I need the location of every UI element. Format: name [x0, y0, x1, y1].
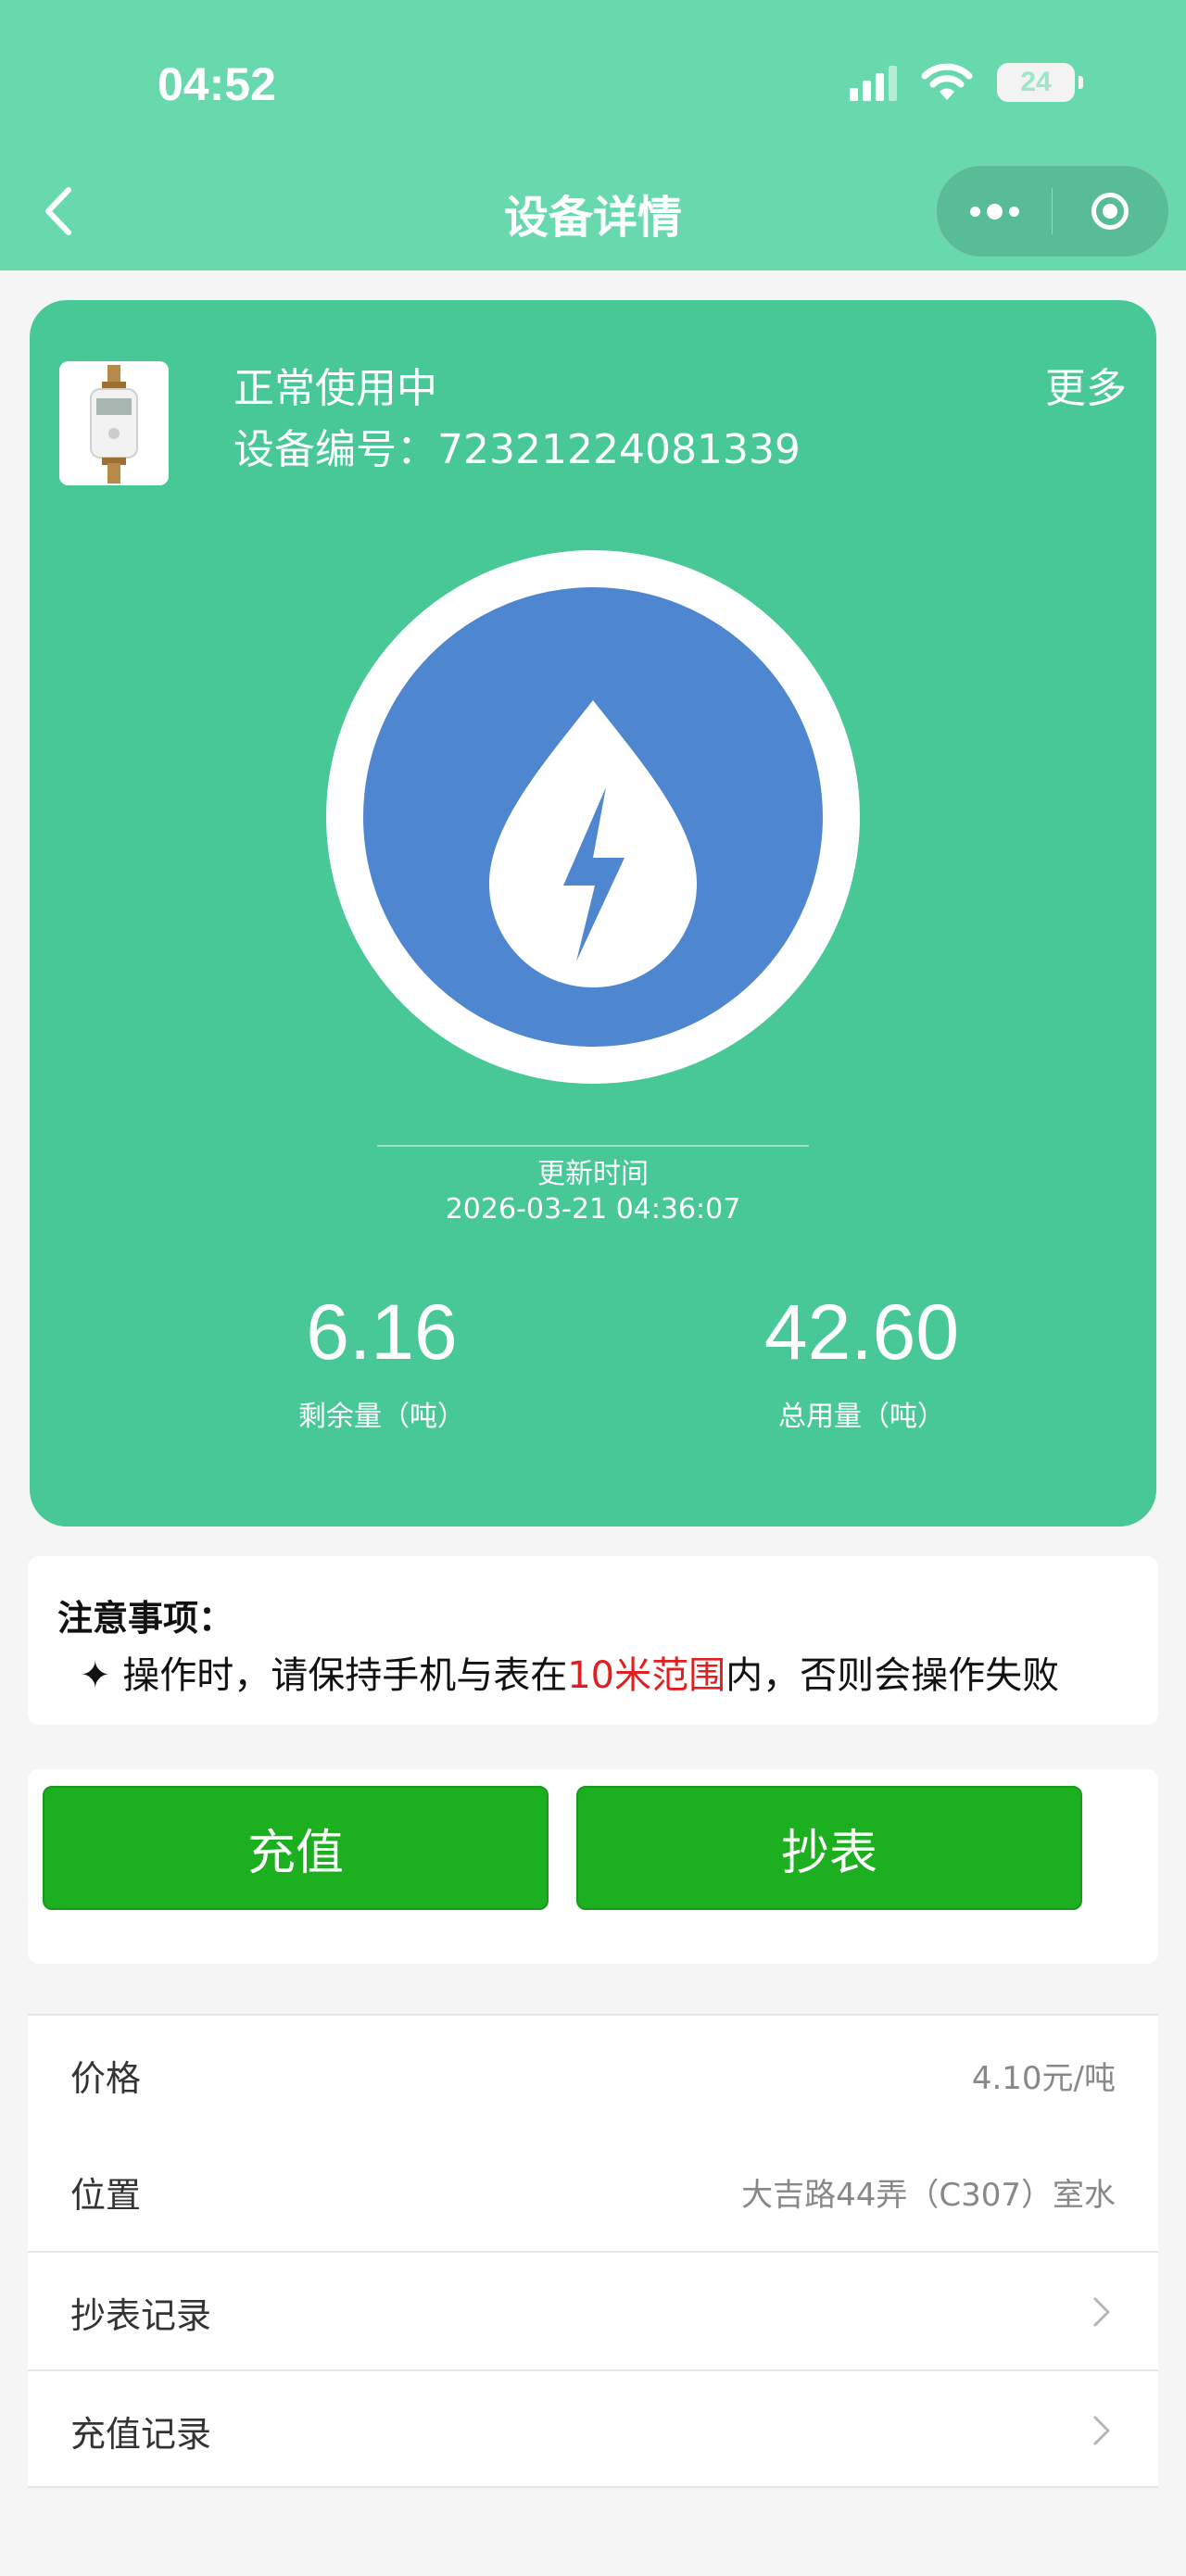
update-divider [377, 1145, 809, 1147]
chevron-right-icon [1093, 2416, 1110, 2445]
update-time-label: 更新时间 [537, 1158, 649, 1190]
location-value: 大吉路44弄（C307）室水 [741, 2176, 1116, 2214]
device-id-line: 设备编号：72321224081339 [233, 426, 801, 475]
remaining-label: 剩余量（吨） [298, 1401, 465, 1433]
recharge-records-label: 充值记录 [70, 2413, 212, 2455]
notice-title: 注意事项： [57, 1598, 234, 1639]
notice-text: ✦ 操作时，请保持手机与表在10米范围内，否则会操作失败 [80, 1645, 1059, 1699]
notice-text-before: 操作时，请保持手机与表在 [122, 1654, 568, 1697]
remaining-value: 6.16 [306, 1288, 458, 1376]
price-value: 4.10元/吨 [971, 2059, 1116, 2097]
price-row: 价格 4.10元/吨 [28, 2014, 1158, 2132]
update-time-value: 2026-03-21 04:36:07 [445, 1193, 741, 1225]
more-link[interactable]: 更多 [1045, 365, 1127, 414]
water-meter-image [59, 361, 169, 485]
battery-level: 24 [1020, 67, 1052, 97]
total-usage-label: 总用量（吨） [778, 1401, 945, 1433]
wifi-icon [921, 63, 973, 100]
device-id-value: 72321224081339 [437, 426, 801, 473]
read-records-row[interactable]: 抄表记录 [28, 2251, 1158, 2369]
top-header: 04:52 24 设备详情 [0, 0, 1186, 270]
price-label: 价格 [70, 2057, 142, 2099]
read-records-label: 抄表记录 [70, 2294, 212, 2336]
close-mini-program-icon[interactable] [1053, 166, 1167, 257]
info-list: 价格 4.10元/吨 位置 大吉路44弄（C307）室水 抄表记录 充值记录 [28, 2014, 1158, 2488]
status-indicators: 24 [850, 63, 1083, 102]
sparkle-icon: ✦ [80, 1654, 111, 1697]
location-label: 位置 [70, 2174, 142, 2216]
notice-text-after: 内，否则会操作失败 [725, 1654, 1060, 1697]
device-status: 正常使用中 [233, 365, 437, 412]
battery-icon: 24 [997, 63, 1083, 102]
notice-panel: 注意事项： ✦ 操作时，请保持手机与表在10米范围内，否则会操作失败 [28, 1556, 1158, 1725]
mini-program-capsule [936, 165, 1169, 258]
chevron-right-icon [1093, 2297, 1110, 2327]
device-id-label: 设备编号： [233, 426, 437, 473]
device-emblem [326, 550, 860, 1084]
recharge-button[interactable]: 充值 [43, 1786, 549, 1910]
location-row: 位置 大吉路44弄（C307）室水 [28, 2132, 1158, 2251]
read-meter-button[interactable]: 抄表 [576, 1786, 1082, 1910]
more-options-icon[interactable] [937, 166, 1052, 257]
action-panel: 充值 抄表 [28, 1769, 1158, 1964]
status-time: 04:52 [158, 58, 276, 110]
signal-icon [850, 64, 897, 101]
recharge-records-row[interactable]: 充值记录 [28, 2369, 1158, 2488]
device-card: 正常使用中 设备编号：72321224081339 更多 更新时间 2026-0… [30, 300, 1156, 1527]
water-drop-bolt-icon [489, 700, 697, 987]
notice-highlight: 10米范围 [567, 1654, 726, 1697]
total-usage-value: 42.60 [763, 1288, 960, 1376]
